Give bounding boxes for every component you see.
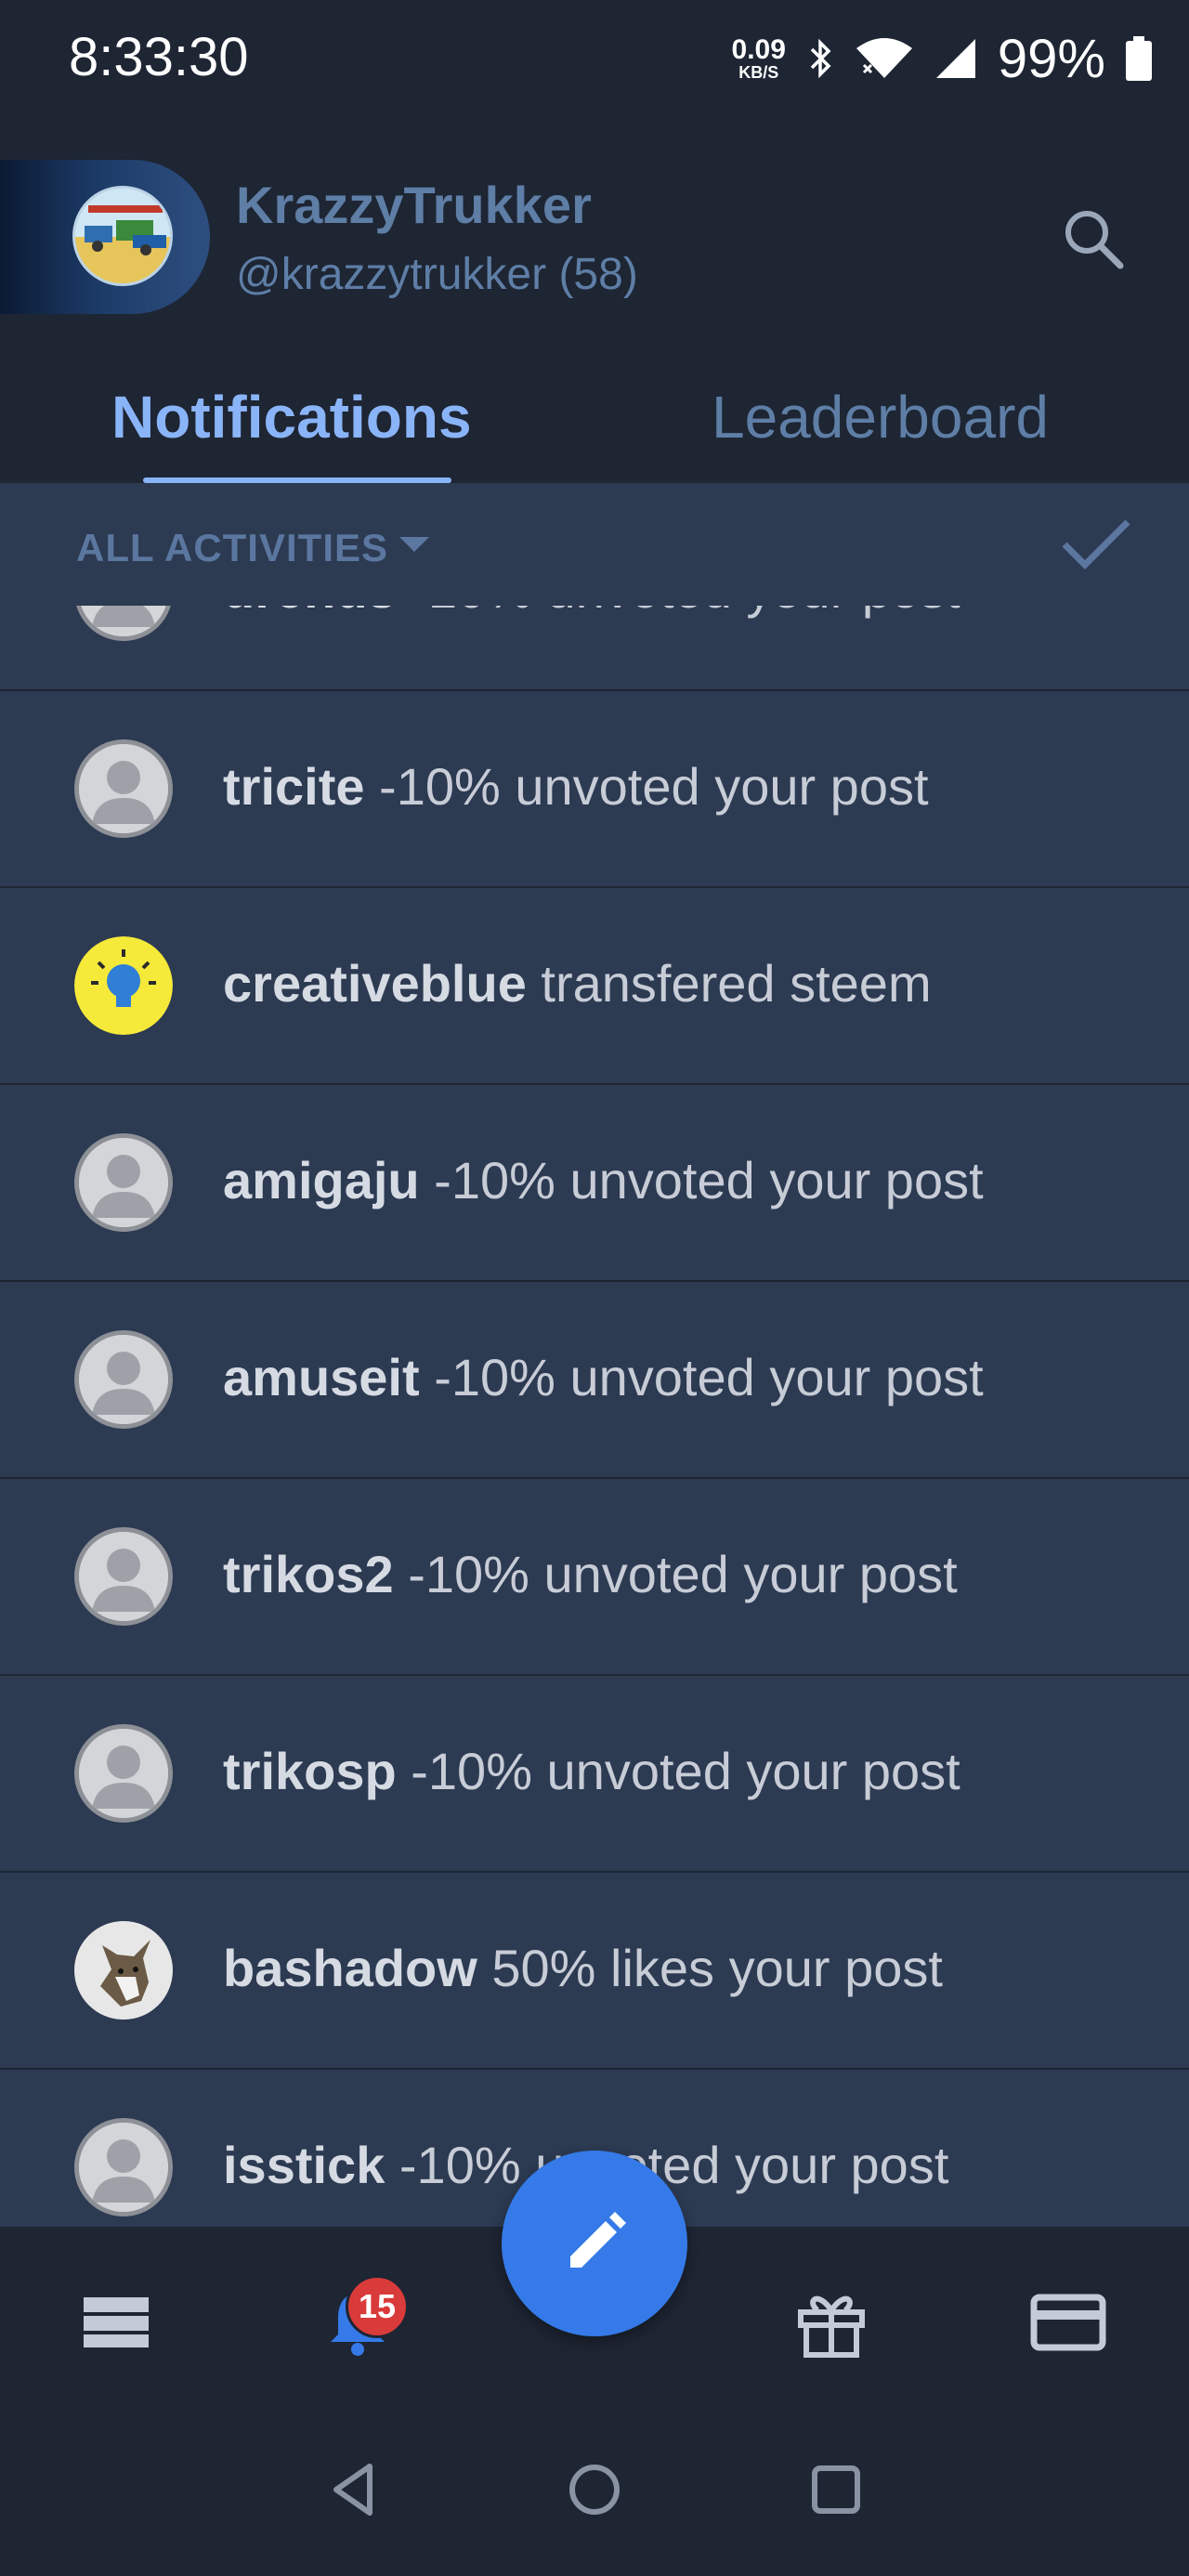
battery-percent: 99% <box>997 28 1105 89</box>
cellular-signal-icon <box>935 39 975 78</box>
notification-text: drenus -10% unvoted your post <box>223 606 960 620</box>
network-speed: 0.09 KB/S <box>731 34 786 82</box>
notification-text: amuseit -10% unvoted your post <box>223 1347 984 1407</box>
notification-action: -10% unvoted your post <box>419 1151 984 1210</box>
network-speed-value: 0.09 <box>731 34 786 65</box>
default-avatar-icon[interactable] <box>74 1330 173 1429</box>
notification-action: transfered steem <box>526 954 932 1013</box>
default-avatar-icon[interactable] <box>74 739 173 838</box>
notification-item[interactable]: trikos2 -10% unvoted your post <box>0 1479 1189 1676</box>
activity-filter-dropdown[interactable]: ALL ACTIVITIES <box>76 526 388 570</box>
notification-count-badge: 15 <box>346 2275 409 2338</box>
wifi-icon <box>856 38 912 78</box>
notification-item[interactable]: trikosp -10% unvoted your post <box>0 1676 1189 1873</box>
tab-notifications[interactable]: Notifications <box>111 383 472 451</box>
notification-text: trikosp -10% unvoted your post <box>223 1741 960 1801</box>
notification-username[interactable]: tricite <box>223 757 365 816</box>
notification-text: trikos2 -10% unvoted your post <box>223 1544 958 1604</box>
notification-username[interactable]: amuseit <box>223 1348 420 1406</box>
system-navigation-bar <box>0 2403 1189 2576</box>
notification-username[interactable]: amigaju <box>223 1151 420 1210</box>
notification-username[interactable]: drenus <box>223 606 397 619</box>
notification-item[interactable]: creativeblue transfered steem <box>0 888 1189 1085</box>
notification-text: bashadow 50% likes your post <box>223 1938 943 1998</box>
default-avatar-icon[interactable] <box>74 1527 173 1626</box>
notification-list-content: drenus -10% unvoted your posttricite -10… <box>0 606 1189 2227</box>
status-icons: 0.09 KB/S 99% <box>732 26 1152 91</box>
notification-text: tricite -10% unvoted your post <box>223 756 929 817</box>
home-icon[interactable] <box>562 2457 627 2522</box>
network-speed-unit: KB/S <box>738 63 779 82</box>
bluetooth-icon <box>810 38 831 79</box>
notification-item[interactable]: amigaju -10% unvoted your post <box>0 1085 1189 1282</box>
notification-item[interactable]: tricite -10% unvoted your post <box>0 691 1189 888</box>
user-display-name: KrazzyTrukker <box>236 176 592 234</box>
recents-icon[interactable] <box>804 2457 869 2522</box>
pencil-icon <box>570 2212 626 2268</box>
notification-item[interactable]: amuseit -10% unvoted your post <box>0 1282 1189 1479</box>
notification-action: -10% unvoted your post <box>393 1545 958 1603</box>
notification-username[interactable]: bashadow <box>223 1939 477 1997</box>
gift-icon[interactable] <box>790 2281 873 2364</box>
user-avatar[interactable] <box>72 186 173 286</box>
notification-list: drenus -10% unvoted your posttricite -10… <box>0 606 1189 2227</box>
notification-action: 50% likes your post <box>477 1939 943 1997</box>
battery-icon <box>1126 36 1152 81</box>
default-avatar-icon[interactable] <box>74 2118 173 2216</box>
user-avatar[interactable] <box>74 1921 173 2020</box>
user-handle: @krazzytrukker (58) <box>236 250 638 299</box>
notification-item[interactable]: drenus -10% unvoted your post <box>0 606 1189 691</box>
filter-bar: ALL ACTIVITIES <box>0 483 1189 606</box>
notification-item[interactable]: bashadow 50% likes your post <box>0 1873 1189 2070</box>
notification-text: amigaju -10% unvoted your post <box>223 1150 984 1210</box>
search-icon[interactable] <box>1059 204 1130 275</box>
notification-username[interactable]: trikosp <box>223 1742 397 1800</box>
feed-icon[interactable] <box>74 2281 158 2364</box>
notification-action: -10% unvoted your post <box>396 1742 960 1800</box>
notification-username[interactable]: creativeblue <box>223 954 527 1013</box>
notification-username[interactable]: trikos2 <box>223 1545 394 1603</box>
back-icon[interactable] <box>321 2457 386 2522</box>
status-bar: 8:33:30 0.09 KB/S 99% <box>0 0 1189 121</box>
status-time: 8:33:30 <box>69 27 249 87</box>
user-avatar[interactable] <box>74 936 173 1035</box>
tab-leaderboard[interactable]: Leaderboard <box>712 383 1049 451</box>
compose-post-button[interactable] <box>502 2151 687 2336</box>
checkmark-icon[interactable] <box>1059 517 1133 572</box>
notification-action: -10% unvoted your post <box>364 757 929 816</box>
notification-action: -10% unvoted your post <box>419 1348 984 1406</box>
app-header: KrazzyTrukker @krazzytrukker (58) Notifi… <box>0 121 1189 483</box>
notification-username[interactable]: isstick <box>223 2136 385 2194</box>
default-avatar-icon[interactable] <box>74 1133 173 1232</box>
notification-text: creativeblue transfered steem <box>223 953 932 1013</box>
chevron-down-icon[interactable] <box>396 535 433 556</box>
default-avatar-icon[interactable] <box>74 606 173 641</box>
notification-action: -10% unvoted your post <box>397 606 960 619</box>
default-avatar-icon[interactable] <box>74 1724 173 1823</box>
wallet-card-icon[interactable] <box>1026 2281 1110 2364</box>
